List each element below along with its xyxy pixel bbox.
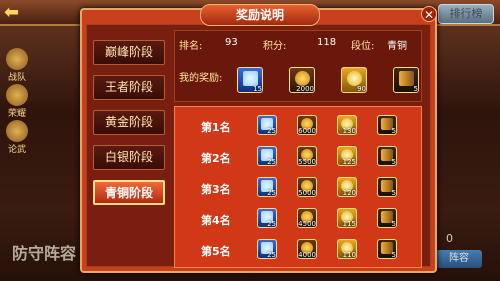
reward-count: 15 xyxy=(253,85,262,93)
dialog-title: 奖励说明 xyxy=(200,4,320,26)
rank-label: 排名: xyxy=(179,41,203,52)
sidebar-label: 论武 xyxy=(7,145,26,155)
reward-count: 125 xyxy=(342,158,356,166)
my-reward-label: 我的奖励: xyxy=(179,73,223,84)
reward-count: 5 xyxy=(413,85,418,93)
my-info-panel: 排名: 93 积分: 118 段位: 青铜 我的奖励: 15 2000 90 5 xyxy=(174,30,422,102)
close-icon[interactable]: ✕ xyxy=(421,6,437,22)
reward-count: 25 xyxy=(267,158,276,166)
score-value: 118 xyxy=(317,37,337,48)
counter-value: 0 xyxy=(446,232,453,245)
reward-count: 130 xyxy=(342,127,356,135)
coin-reward-icon[interactable]: 2000 xyxy=(289,67,315,93)
gold-reward-icon[interactable]: 115 xyxy=(337,208,357,228)
sidebar-item-duel[interactable]: 论武 xyxy=(2,120,32,155)
reward-count: 25 xyxy=(267,127,276,135)
back-arrow-icon[interactable]: ⬅ xyxy=(4,3,34,23)
scroll-reward-icon[interactable]: 5 xyxy=(377,177,397,197)
coin-reward-icon[interactable]: 6000 xyxy=(297,115,317,135)
sidebar-label: 战队 xyxy=(7,73,26,83)
reward-table: 第1名 25 6000 130 5 第2名 25 5500 125 5 第3名 25 5000 120 5 第… xyxy=(174,106,422,268)
leaderboard-button[interactable]: 排行榜 xyxy=(438,4,494,24)
tab-bronze[interactable]: 青铜阶段 xyxy=(93,180,165,205)
scroll-reward-icon[interactable]: 5 xyxy=(393,67,419,93)
coin-reward-icon[interactable]: 5000 xyxy=(297,177,317,197)
gold-icon xyxy=(347,71,362,86)
defense-lineup-label: 防守阵容 xyxy=(12,244,77,263)
reward-count: 4000 xyxy=(298,251,316,259)
reward-count: 25 xyxy=(267,189,276,197)
reward-count: 5 xyxy=(391,251,396,259)
coin-icon xyxy=(295,71,310,86)
reward-count: 5 xyxy=(391,189,396,197)
rank-row-label: 第5名 xyxy=(201,245,231,258)
gold-reward-icon[interactable]: 130 xyxy=(337,115,357,135)
sidebar-label: 荣耀 xyxy=(7,109,26,119)
reward-count: 90 xyxy=(357,85,366,93)
reward-count: 110 xyxy=(342,251,356,259)
reward-count: 5 xyxy=(391,158,396,166)
tier-value: 青铜 xyxy=(387,41,407,52)
reward-count: 5 xyxy=(391,220,396,228)
reward-count: 5500 xyxy=(298,158,316,166)
gem-reward-icon[interactable]: 25 xyxy=(257,115,277,135)
tab-peak[interactable]: 巅峰阶段 xyxy=(93,40,165,65)
gold-reward-icon[interactable]: 110 xyxy=(337,239,357,259)
coin-reward-icon[interactable]: 5500 xyxy=(297,146,317,166)
rank-row-label: 第3名 xyxy=(201,183,231,196)
gold-reward-icon[interactable]: 125 xyxy=(337,146,357,166)
coin-reward-icon[interactable]: 4000 xyxy=(297,239,317,259)
rank-row-label: 第1名 xyxy=(201,121,231,134)
coin-reward-icon[interactable]: 4500 xyxy=(297,208,317,228)
reward-count: 6000 xyxy=(298,127,316,135)
sidebar-item-team[interactable]: 战队 xyxy=(2,48,32,83)
reward-count: 25 xyxy=(267,220,276,228)
rank-row-label: 第2名 xyxy=(201,152,231,165)
reward-count: 4500 xyxy=(298,220,316,228)
tab-silver[interactable]: 白银阶段 xyxy=(93,145,165,170)
reward-count: 115 xyxy=(342,220,356,228)
scroll-reward-icon[interactable]: 5 xyxy=(377,208,397,228)
gem-reward-icon[interactable]: 25 xyxy=(257,208,277,228)
honor-icon xyxy=(6,84,28,106)
gold-reward-icon[interactable]: 90 xyxy=(341,67,367,93)
tab-gold[interactable]: 黄金阶段 xyxy=(93,110,165,135)
scroll-reward-icon[interactable]: 5 xyxy=(377,146,397,166)
reward-count: 2000 xyxy=(296,85,314,93)
tier-label: 段位: xyxy=(351,41,375,52)
gem-reward-icon[interactable]: 25 xyxy=(257,239,277,259)
gold-reward-icon[interactable]: 120 xyxy=(337,177,357,197)
rank-value: 93 xyxy=(225,37,238,48)
scroll-reward-icon[interactable]: 5 xyxy=(377,239,397,259)
sidebar-item-honor[interactable]: 荣耀 xyxy=(2,84,32,119)
tab-king[interactable]: 王者阶段 xyxy=(93,75,165,100)
gem-icon xyxy=(243,71,258,86)
duel-icon xyxy=(6,120,28,142)
reward-count: 5000 xyxy=(298,189,316,197)
reward-dialog: 奖励说明 ✕ 巅峰阶段 王者阶段 黄金阶段 白银阶段 青铜阶段 排名: 93 积… xyxy=(80,4,437,273)
scroll-reward-icon[interactable]: 5 xyxy=(377,115,397,135)
gem-reward-icon[interactable]: 25 xyxy=(257,146,277,166)
reward-count: 120 xyxy=(342,189,356,197)
reward-count: 25 xyxy=(267,251,276,259)
score-label: 积分: xyxy=(263,41,287,52)
lineup-button[interactable]: 阵容 xyxy=(436,250,482,268)
scroll-icon xyxy=(399,71,414,86)
reward-count: 5 xyxy=(391,127,396,135)
team-icon xyxy=(6,48,28,70)
rank-row-label: 第4名 xyxy=(201,214,231,227)
gem-reward-icon[interactable]: 25 xyxy=(257,177,277,197)
gem-reward-icon[interactable]: 15 xyxy=(237,67,263,93)
